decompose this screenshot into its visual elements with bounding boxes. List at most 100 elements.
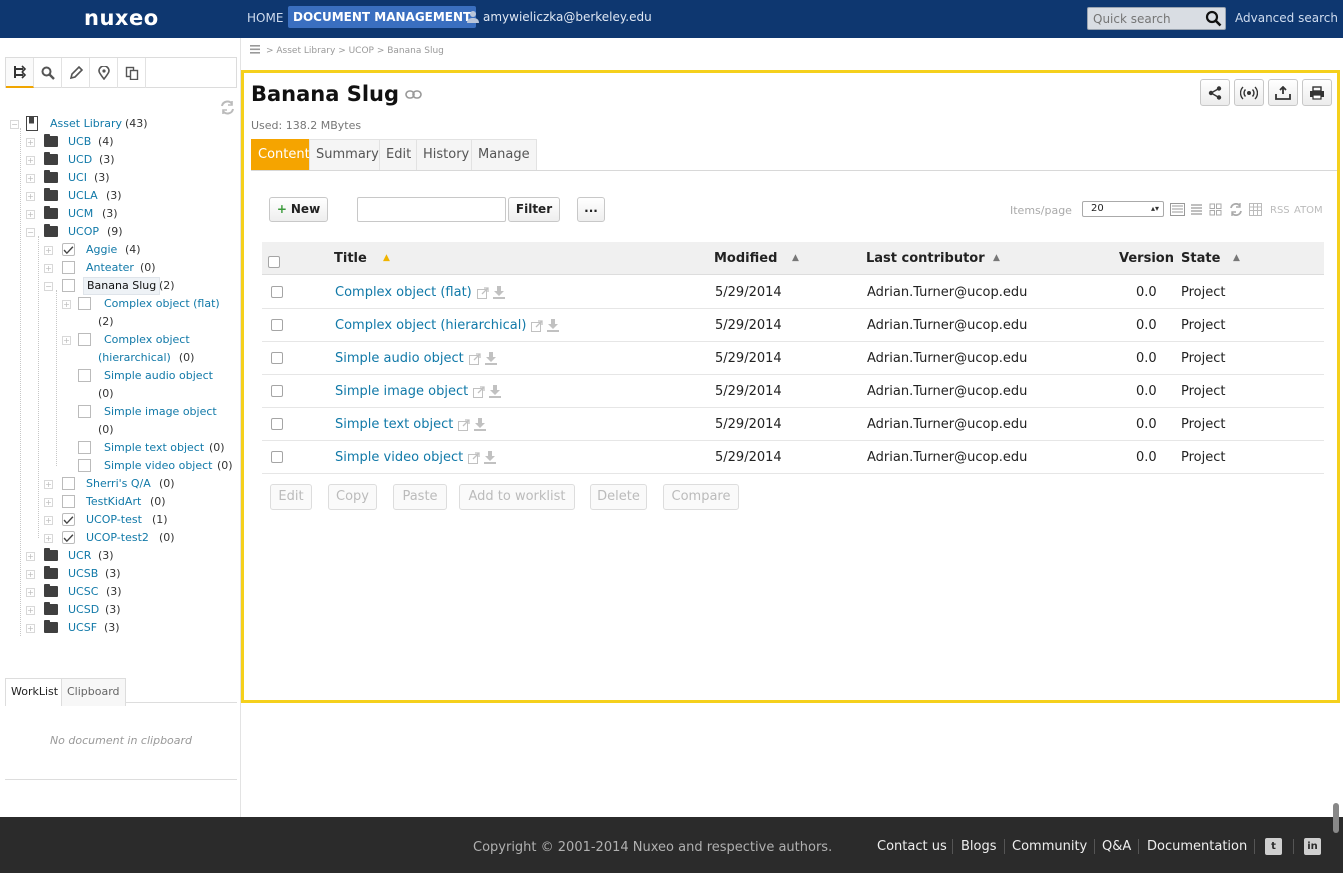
row-checkbox[interactable]	[271, 286, 283, 298]
row-checkbox[interactable]	[271, 385, 283, 397]
tree-label[interactable]: (hierarchical)	[98, 351, 171, 364]
tree-label[interactable]: UCD	[68, 152, 92, 168]
bulk-delete-button[interactable]: Delete	[590, 484, 647, 510]
tab-location[interactable]	[90, 58, 118, 88]
document-link[interactable]: Simple audio object	[335, 351, 464, 366]
tab-summary[interactable]: Summary	[309, 139, 386, 170]
sort-icon[interactable]: ▲	[1233, 253, 1240, 263]
document-link[interactable]: Complex object (hierarchical)	[335, 318, 526, 333]
download-icon[interactable]	[492, 286, 506, 299]
bulk-paste-button[interactable]: Paste	[393, 484, 447, 510]
table-row[interactable]: Simple audio object 5/29/2014 Adrian.Turne…	[262, 342, 1324, 375]
tab-history[interactable]: History	[416, 139, 477, 170]
tree-label[interactable]: UCSF	[68, 620, 97, 636]
download-icon[interactable]	[488, 385, 502, 398]
quick-search-input[interactable]	[1088, 8, 1200, 30]
table-row[interactable]: Complex object (hierarchical) 5/29/2014 Ad…	[262, 309, 1324, 342]
tab-clipboard[interactable]: Clipboard	[61, 678, 126, 706]
tree-label[interactable]: UCOP-test	[86, 512, 142, 528]
add-to-worklist-button[interactable]: Add to worklist	[459, 484, 575, 510]
tree-label[interactable]: Complex object (flat)	[104, 296, 220, 312]
open-external-icon[interactable]	[473, 386, 485, 398]
subscribe-button[interactable]	[1234, 79, 1264, 106]
row-checkbox[interactable]	[271, 418, 283, 430]
row-checkbox[interactable]	[271, 451, 283, 463]
expand-icon[interactable]: +	[26, 588, 35, 597]
col-last-contributor[interactable]: Last contributor	[866, 251, 985, 266]
page-scrollbar[interactable]	[1333, 803, 1339, 833]
tree-label[interactable]: UCOP	[68, 224, 99, 240]
refresh-list-icon[interactable]	[1229, 203, 1243, 216]
download-icon[interactable]	[483, 451, 497, 464]
tab-search[interactable]	[34, 58, 62, 88]
tab-documents[interactable]	[118, 58, 146, 88]
tree-label[interactable]: Anteater	[86, 260, 134, 276]
tree-label[interactable]: UCB	[68, 134, 91, 150]
linkedin-icon[interactable]: in	[1304, 838, 1321, 855]
breadcrumb-path[interactable]: > Asset Library > UCOP > Banana Slug	[266, 46, 444, 56]
expand-icon[interactable]: +	[26, 606, 35, 615]
tab-tags[interactable]	[62, 58, 90, 88]
expand-icon[interactable]: +	[26, 192, 35, 201]
tree-label[interactable]: UCOP-test2	[86, 530, 149, 546]
tree-label[interactable]: UCM	[68, 206, 93, 222]
row-checkbox[interactable]	[271, 319, 283, 331]
items-per-page-select[interactable]: 20 ▴▾	[1082, 201, 1164, 217]
col-modified[interactable]: Modified	[714, 251, 777, 266]
col-state[interactable]: State	[1181, 251, 1220, 266]
tree-label[interactable]: Complex object	[104, 332, 190, 348]
expand-icon[interactable]: +	[44, 498, 53, 507]
share-button[interactable]	[1200, 79, 1230, 106]
tab-navigation-tree[interactable]	[6, 58, 34, 88]
new-document-button[interactable]: + New	[269, 197, 328, 222]
tree-label[interactable]: Simple video object	[104, 458, 213, 474]
col-title[interactable]: Title	[334, 251, 367, 266]
download-icon[interactable]	[484, 352, 498, 365]
search-icon[interactable]	[1205, 10, 1222, 27]
footer-link-contact[interactable]: Contact us	[877, 839, 947, 854]
sort-icon[interactable]: ▲	[993, 253, 1000, 263]
tree-label[interactable]: TestKidArt	[86, 494, 141, 510]
nuxeo-logo[interactable]: nuxeo	[84, 6, 159, 30]
sort-asc-active-icon[interactable]: ▲	[383, 253, 390, 263]
atom-link[interactable]: ATOM	[1294, 205, 1323, 216]
bulk-edit-button[interactable]: Edit	[270, 484, 312, 510]
expand-icon[interactable]: +	[44, 264, 53, 273]
collapse-icon[interactable]: −	[10, 120, 19, 129]
document-link[interactable]: Complex object (flat)	[335, 285, 472, 300]
expand-icon[interactable]: +	[26, 552, 35, 561]
tree-label[interactable]: UCSD	[68, 602, 99, 618]
footer-link-qa[interactable]: Q&A	[1102, 839, 1131, 854]
download-icon[interactable]	[546, 319, 560, 332]
open-external-icon[interactable]	[476, 287, 489, 299]
table-row[interactable]: Simple video object 5/29/2014 Adrian.Turne…	[262, 441, 1324, 474]
collapse-icon[interactable]: −	[26, 228, 35, 237]
advanced-search-link[interactable]: Advanced search	[1235, 11, 1338, 25]
detail-view-icon[interactable]	[1190, 203, 1203, 216]
tree-label[interactable]: UCLA	[68, 188, 98, 204]
table-row[interactable]: Simple image object 5/29/2014 Adrian.Turne…	[262, 375, 1324, 408]
download-icon[interactable]	[473, 418, 487, 431]
filter-input[interactable]	[357, 197, 506, 222]
expand-icon[interactable]: +	[26, 174, 35, 183]
rss-link[interactable]: RSS	[1270, 205, 1290, 216]
tree-label[interactable]: UCR	[68, 548, 91, 564]
tree-label[interactable]: UCSB	[68, 566, 98, 582]
bulk-copy-button[interactable]: Copy	[328, 484, 377, 510]
list-view-icon[interactable]	[1170, 203, 1185, 216]
tree-label[interactable]: UCI	[68, 170, 87, 186]
expand-icon[interactable]: +	[44, 516, 53, 525]
open-external-icon[interactable]	[531, 320, 544, 332]
tab-edit[interactable]: Edit	[379, 139, 419, 170]
document-link[interactable]: Simple text object	[335, 417, 453, 432]
more-actions-button[interactable]: ...	[577, 197, 605, 222]
open-external-icon[interactable]	[468, 452, 480, 464]
tree-label[interactable]: Asset Library	[50, 116, 122, 132]
tree-label[interactable]: Simple text object	[104, 440, 204, 456]
print-button[interactable]	[1302, 79, 1332, 106]
footer-link-documentation[interactable]: Documentation	[1147, 839, 1247, 854]
table-row[interactable]: Simple text object 5/29/2014 Adrian.Turner…	[262, 408, 1324, 441]
expand-icon[interactable]: +	[26, 570, 35, 579]
document-link[interactable]: Simple video object	[335, 450, 463, 465]
spreadsheet-icon[interactable]	[1249, 203, 1262, 216]
